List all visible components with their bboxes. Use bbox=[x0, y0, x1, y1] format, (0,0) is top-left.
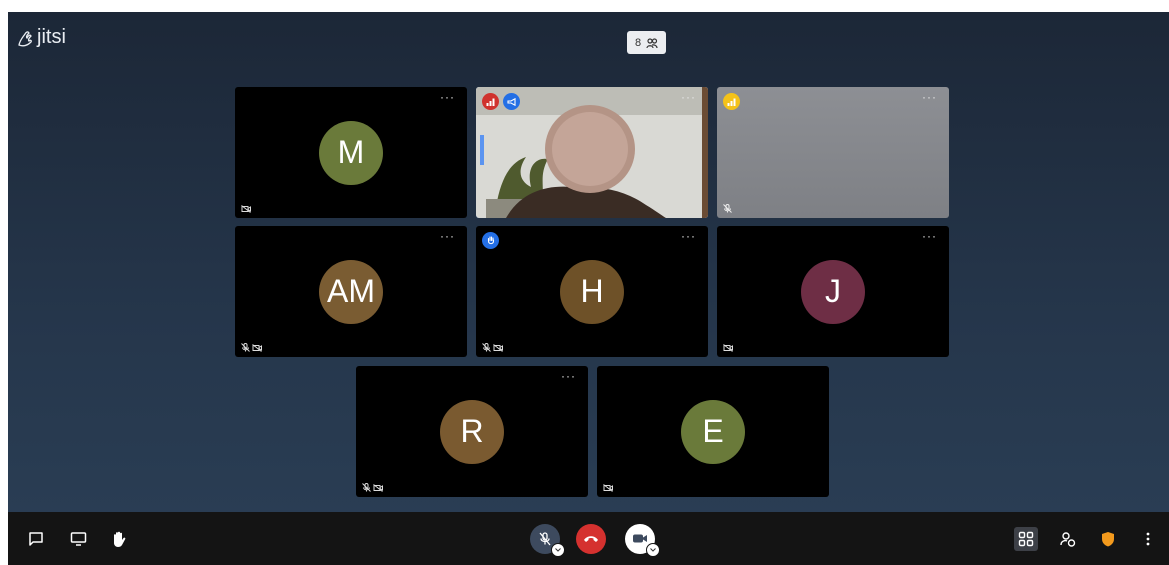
participant-tile-am[interactable]: AM ··· bbox=[235, 226, 467, 357]
mic-muted-icon bbox=[241, 343, 250, 352]
connection-yellow-icon bbox=[727, 98, 736, 106]
hangup-icon bbox=[584, 535, 598, 542]
meeting-stage: jitsi 8 M ··· ··· ··· AM ··· H ··· J ···… bbox=[8, 12, 1169, 565]
raise-hand-button[interactable] bbox=[109, 529, 129, 549]
status-icons bbox=[362, 483, 383, 492]
camera-off-icon bbox=[252, 343, 262, 352]
raise-hand-icon bbox=[114, 531, 126, 547]
participant-count: 8 bbox=[635, 36, 642, 49]
screenshare-icon bbox=[70, 531, 86, 546]
raised-hand-icon bbox=[487, 236, 494, 245]
camera-off-icon bbox=[373, 483, 383, 492]
avatar: H bbox=[560, 259, 624, 324]
jitsi-logo[interactable]: jitsi bbox=[16, 26, 66, 49]
participant-tile-h[interactable]: H ··· bbox=[476, 226, 708, 357]
participants-icon bbox=[646, 37, 658, 48]
participant-count-badge[interactable]: 8 bbox=[627, 31, 667, 54]
tile-menu-button[interactable]: ··· bbox=[440, 229, 455, 243]
chat-button[interactable] bbox=[26, 529, 46, 549]
jitsi-hand-logo bbox=[18, 30, 32, 46]
connection-red-icon bbox=[486, 98, 495, 106]
participant-tile-r[interactable]: R ··· bbox=[356, 366, 588, 497]
microphone-button[interactable] bbox=[530, 523, 565, 557]
more-options-button[interactable] bbox=[1138, 529, 1158, 549]
tile-menu-button[interactable]: ··· bbox=[922, 90, 937, 104]
microphone-muted-icon bbox=[539, 531, 551, 545]
mic-muted-icon bbox=[482, 343, 491, 352]
status-icons bbox=[482, 343, 503, 352]
camera-button[interactable] bbox=[625, 523, 660, 557]
mic-options-chevron[interactable] bbox=[551, 542, 565, 557]
status-icons bbox=[603, 484, 613, 492]
participant-tile-gray-video[interactable]: ··· bbox=[717, 87, 949, 218]
more-options-icon bbox=[1146, 532, 1150, 545]
tile-menu-button[interactable]: ··· bbox=[561, 369, 576, 383]
chevron-down-icon bbox=[555, 547, 561, 552]
security-shield-icon bbox=[1102, 531, 1114, 546]
status-icons bbox=[241, 205, 251, 213]
tile-menu-button[interactable]: ··· bbox=[922, 229, 937, 243]
camera-off-icon bbox=[723, 344, 733, 352]
security-options-button[interactable] bbox=[1098, 529, 1118, 549]
avatar: R bbox=[440, 399, 504, 464]
avatar: J bbox=[801, 259, 865, 324]
connection-indicator[interactable] bbox=[482, 93, 499, 110]
raised-hand-indicator bbox=[482, 232, 499, 249]
mic-muted-icon bbox=[723, 204, 732, 213]
camera-off-icon bbox=[493, 343, 503, 352]
camera-off-icon bbox=[603, 484, 613, 492]
connection-indicator[interactable] bbox=[723, 93, 740, 110]
tile-menu-button[interactable]: ··· bbox=[681, 90, 696, 104]
status-icons bbox=[241, 343, 262, 352]
status-icons bbox=[723, 204, 732, 213]
camera-icon bbox=[633, 534, 647, 543]
screenshare-button[interactable] bbox=[68, 529, 88, 549]
logo-text: jitsi bbox=[37, 26, 66, 48]
camera-options-chevron[interactable] bbox=[646, 542, 660, 557]
hangup-button[interactable] bbox=[576, 523, 606, 554]
dominant-speaker-icon bbox=[506, 97, 516, 106]
tile-menu-button[interactable]: ··· bbox=[681, 229, 696, 243]
invite-people-icon bbox=[1060, 531, 1076, 547]
status-icons bbox=[723, 344, 733, 352]
participant-tile-e[interactable]: E bbox=[597, 366, 829, 497]
dominant-speaker-indicator bbox=[503, 93, 520, 110]
participant-tile-video[interactable]: ··· bbox=[476, 87, 708, 218]
chevron-down-icon bbox=[650, 547, 656, 552]
tile-view-icon bbox=[1018, 531, 1034, 546]
chat-icon bbox=[29, 531, 43, 546]
participant-tile-j[interactable]: J ··· bbox=[717, 226, 949, 357]
tile-view-button[interactable] bbox=[1014, 526, 1038, 551]
avatar: M bbox=[319, 120, 383, 185]
participant-tile-m[interactable]: M ··· bbox=[235, 87, 467, 218]
avatar: AM bbox=[319, 259, 383, 324]
avatar: E bbox=[681, 399, 745, 464]
mic-muted-icon bbox=[362, 483, 371, 492]
camera-off-icon bbox=[241, 205, 251, 213]
bottom-toolbar bbox=[8, 512, 1169, 565]
tile-menu-button[interactable]: ··· bbox=[440, 90, 455, 104]
invite-people-button[interactable] bbox=[1058, 529, 1078, 549]
